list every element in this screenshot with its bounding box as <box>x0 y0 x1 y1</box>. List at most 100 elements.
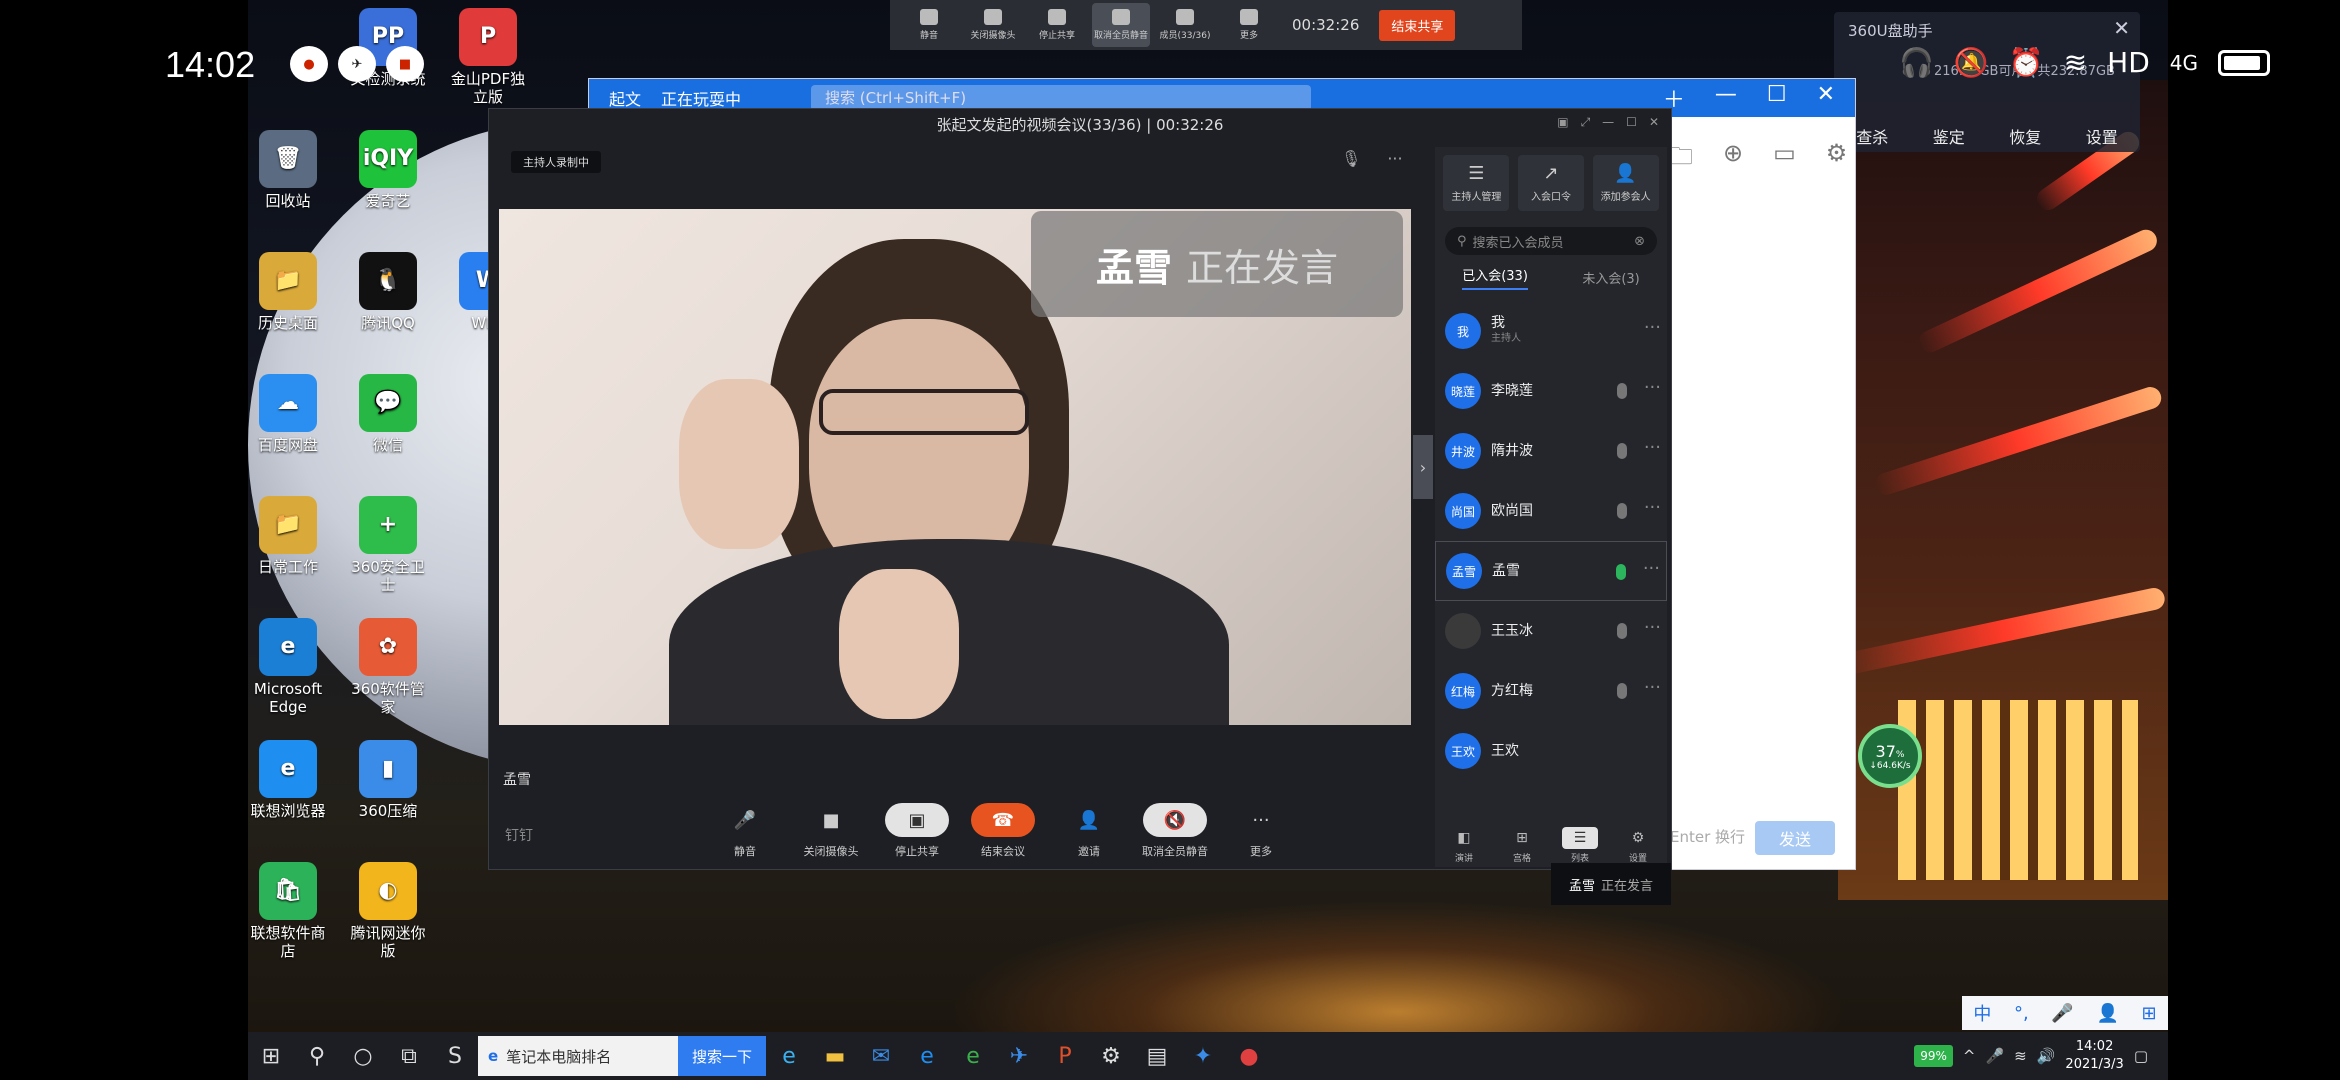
desktop-icon[interactable]: iQIY 爱奇艺 <box>348 130 428 210</box>
participant-item[interactable]: 王欢 王欢 <box>1435 721 1667 781</box>
windows-start-icon[interactable]: ⊞ <box>248 1033 294 1079</box>
taskbar-search-box[interactable]: e 笔记本电脑排名 <box>478 1036 678 1076</box>
microphone-icon[interactable]: 🎙 <box>1341 149 1361 168</box>
microphone-icon[interactable] <box>1617 623 1627 639</box>
desktop-icon[interactable]: 🗑 回收站 <box>248 130 328 210</box>
layout-speaker-button[interactable]: ◧ 演讲 <box>1442 827 1486 864</box>
microphone-icon[interactable] <box>1617 443 1627 459</box>
folder-icon[interactable]: 🗀 <box>1669 139 1693 180</box>
invite-button[interactable]: 👤 邀请 <box>1053 803 1125 859</box>
usb-action-restore[interactable]: 恢复 <box>2009 124 2041 148</box>
clear-icon[interactable]: ⊗ <box>1634 234 1645 249</box>
browser-icon[interactable]: e <box>950 1033 996 1079</box>
layout-grid-button[interactable]: ⊞ 宫格 <box>1500 827 1544 864</box>
desktop-icon[interactable]: 🛍 联想软件商店 <box>248 862 328 960</box>
toolbar-members-button[interactable]: 成员(33/36) <box>1156 3 1214 47</box>
unmute-all-button[interactable]: 🔇 取消全员静音 <box>1139 803 1211 859</box>
usb-action-settings[interactable]: 设置 <box>2086 124 2118 148</box>
close-icon[interactable]: ✕ <box>2113 16 2130 40</box>
desktop-icon[interactable]: e 联想浏览器 <box>248 740 328 820</box>
participant-item[interactable]: 晓莲 李晓莲 ··· <box>1435 361 1667 421</box>
participant-item[interactable]: 王玉冰 ··· <box>1435 601 1667 661</box>
more-icon[interactable]: ··· <box>1387 149 1402 168</box>
desktop-icon[interactable]: 📁 日常工作 <box>248 496 328 576</box>
feather-icon[interactable]: ✈ <box>996 1033 1042 1079</box>
task-view-icon[interactable]: ⧉ <box>386 1033 432 1079</box>
microphone-icon[interactable] <box>1616 564 1626 580</box>
minimize-icon[interactable]: — <box>1602 115 1614 130</box>
ime-button[interactable]: 🎤 <box>2051 1003 2073 1024</box>
ime-button[interactable]: ⊞ <box>2142 1003 2157 1024</box>
folder-icon[interactable]: ▬ <box>812 1033 858 1079</box>
mail-icon[interactable]: ✉ <box>858 1033 904 1079</box>
send-button[interactable]: 发送 <box>1755 821 1835 855</box>
volume-icon[interactable]: 🔊 <box>2037 1047 2056 1065</box>
edge-icon[interactable]: e <box>766 1033 812 1079</box>
more-icon[interactable]: ··· <box>1644 617 1661 638</box>
tab-joined[interactable]: 已入会(33) <box>1462 265 1528 290</box>
participant-item[interactable]: 红梅 方红梅 ··· <box>1435 661 1667 721</box>
microphone-icon[interactable] <box>1617 683 1627 699</box>
more-icon[interactable]: ··· <box>1644 377 1661 398</box>
meeting-settings-button[interactable]: ⚙ 设置 <box>1616 827 1660 864</box>
desktop-icon[interactable]: 💬 微信 <box>348 374 428 454</box>
browser-icon[interactable]: e <box>904 1033 950 1079</box>
toolbar-unmute-all-button[interactable]: 取消全员静音 <box>1092 3 1150 47</box>
speaker-video[interactable]: 孟雪 正在发言 <box>499 209 1411 725</box>
microphone-icon[interactable]: 🎤 <box>1985 1047 2004 1065</box>
pin-icon[interactable]: ▣ <box>1557 115 1568 130</box>
ime-button[interactable]: 👤 <box>2096 1003 2118 1024</box>
chevron-up-icon[interactable]: ^ <box>1963 1047 1976 1065</box>
desktop-icon[interactable]: 📁 历史桌面 <box>248 252 328 332</box>
desktop-icon[interactable]: e Microsoft Edge <box>248 618 328 716</box>
ime-button[interactable]: 中 <box>1973 1000 1991 1026</box>
battery-indicator[interactable]: 99% <box>1914 1045 1953 1067</box>
gear-icon[interactable]: ⚙ <box>1088 1033 1134 1079</box>
dingtalk-icon[interactable]: ✦ <box>1180 1033 1226 1079</box>
desktop-icon[interactable]: ☁ 百度网盘 <box>248 374 328 454</box>
chevron-right-icon[interactable]: › <box>1413 435 1433 499</box>
app-icon[interactable]: S <box>432 1033 478 1079</box>
close-icon[interactable]: ✕ <box>1817 82 1835 114</box>
desktop-icon[interactable]: +360安全卫士 <box>348 496 428 594</box>
maximize-icon[interactable]: ☐ <box>1626 115 1637 130</box>
stop-share-button[interactable]: ▣ 停止共享 <box>881 803 953 859</box>
microphone-icon[interactable] <box>1617 383 1627 399</box>
more-icon[interactable]: ··· <box>1644 437 1661 458</box>
end-share-button[interactable]: 结束共享 <box>1379 9 1456 41</box>
mute-button[interactable]: 🎤 静音 <box>709 803 781 859</box>
close-icon[interactable]: ✕ <box>1649 115 1659 130</box>
toolbar-more-button[interactable]: 更多 <box>1220 3 1278 47</box>
end-meeting-button[interactable]: ☎ 结束会议 <box>967 803 1039 859</box>
desktop-icon[interactable]: ▮ 360压缩 <box>348 740 428 820</box>
toolbar-camera-button[interactable]: 关闭摄像头 <box>964 3 1022 47</box>
desktop-icon[interactable]: ◐ 腾讯网迷你版 <box>348 862 428 960</box>
cortana-icon[interactable]: ○ <box>340 1033 386 1079</box>
participant-item[interactable]: 井波 隋井波 ··· <box>1435 421 1667 481</box>
taskbar-clock[interactable]: 14:02 2021/3/3 <box>2065 1038 2123 1074</box>
add-person-icon[interactable]: ⊕ <box>1723 139 1743 180</box>
member-search-input[interactable]: ⚲ 搜索已入会成员 ⊗ <box>1445 227 1657 255</box>
network-speed-widget[interactable]: 37% ↓64.6K/s <box>1858 724 1922 788</box>
maximize-icon[interactable]: ☐ <box>1767 82 1787 114</box>
usb-action-verify[interactable]: 鉴定 <box>1933 124 1965 148</box>
toolbar-stop-share-button[interactable]: 停止共享 <box>1028 3 1086 47</box>
fullscreen-icon[interactable]: ⤢ <box>1581 115 1591 130</box>
more-icon[interactable]: ··· <box>1644 317 1661 338</box>
more-icon[interactable]: ··· <box>1644 497 1661 518</box>
taskbar-search-button[interactable]: 搜索一下 <box>678 1036 767 1076</box>
screen-icon[interactable]: ▤ <box>1134 1033 1180 1079</box>
join-code-button[interactable]: ↗ 入会口令 <box>1517 155 1584 211</box>
participant-item[interactable]: 孟雪 孟雪 ··· <box>1435 541 1667 601</box>
minimize-icon[interactable]: — <box>1715 82 1737 114</box>
layout-list-button[interactable]: ☰ 列表 <box>1558 826 1602 864</box>
tab-not-joined[interactable]: 未入会(3) <box>1582 268 1639 287</box>
message-icon[interactable]: ▭ <box>1773 139 1796 180</box>
desktop-icon[interactable]: 🐧 腾讯QQ <box>348 252 428 332</box>
add-participant-button[interactable]: 👤 添加参会人 <box>1592 155 1659 211</box>
desktop-icon[interactable]: ✿ 360软件管家 <box>348 618 428 716</box>
toolbar-mute-button[interactable]: 静音 <box>900 3 958 47</box>
desktop-icon[interactable]: P 金山PDF独立版 <box>448 8 528 106</box>
more-icon[interactable]: ··· <box>1644 677 1661 698</box>
more-button[interactable]: ··· 更多 <box>1225 803 1297 859</box>
